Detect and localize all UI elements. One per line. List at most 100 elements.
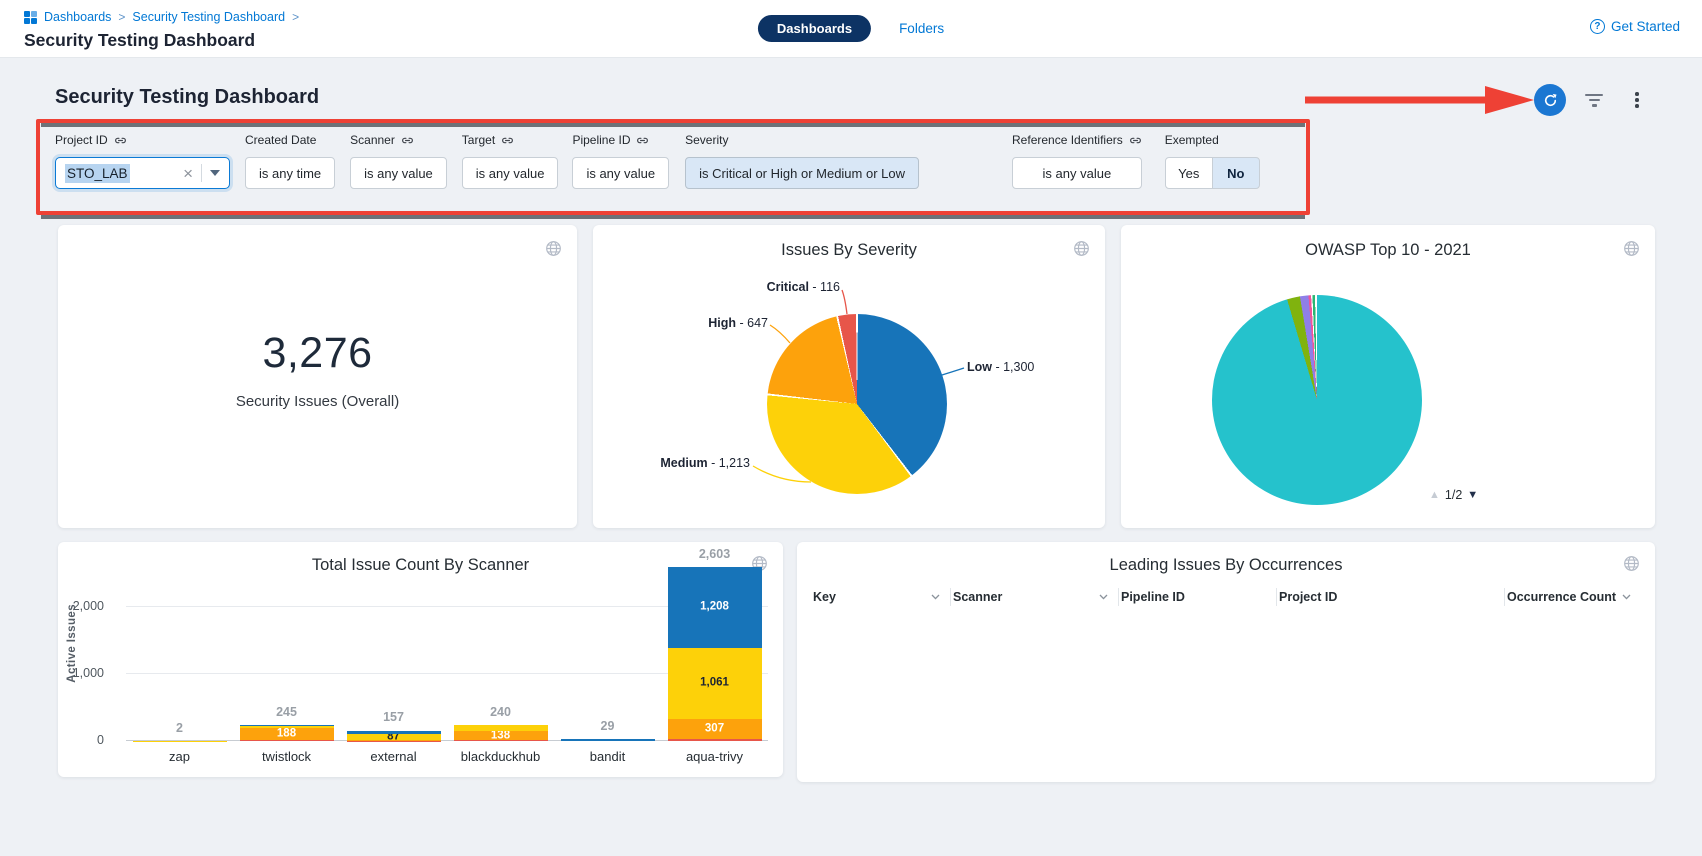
bar-total-value: 29 — [561, 719, 655, 733]
annotation-shadow — [41, 123, 1305, 127]
filter-group-scanner: Scanneris any value — [350, 132, 447, 189]
filter-control-reference-identifiers[interactable]: is any value — [1012, 157, 1142, 189]
bar-segment-high[interactable]: 138 — [454, 731, 548, 740]
filter-control-exempted: YesNo — [1165, 157, 1260, 189]
breadcrumb-current[interactable]: Security Testing Dashboard — [132, 10, 285, 24]
divider — [201, 164, 202, 182]
table-column-key[interactable]: Key — [811, 588, 951, 606]
globe-icon — [1623, 240, 1640, 262]
breadcrumb-separator: > — [118, 10, 125, 24]
table-column-project-id: Project ID — [1277, 588, 1505, 606]
chart-title: OWASP Top 10 - 2021 — [1121, 225, 1655, 260]
pie-label-critical: Critical - 116 — [688, 280, 840, 294]
table-header-row: KeyScannerPipeline IDProject IDOccurrenc… — [811, 588, 1641, 606]
filter-control-created-date[interactable]: is any time — [245, 157, 335, 189]
top-navigation-bar: Dashboards > Security Testing Dashboard … — [0, 0, 1702, 58]
filter-label-exempted: Exempted — [1165, 133, 1219, 147]
filter-group-project-id: Project IDSTO_LAB× — [55, 132, 230, 189]
chevron-down-icon — [1622, 594, 1631, 600]
filter-control-target[interactable]: is any value — [462, 157, 559, 189]
bar-segment-critical[interactable] — [240, 740, 334, 741]
bar-segment-low[interactable]: 1,208 — [668, 567, 762, 648]
bar-segment-value: 188 — [240, 728, 334, 740]
breadcrumb-dashboards[interactable]: Dashboards — [44, 10, 111, 24]
column-label: Key — [813, 590, 836, 604]
stacked-bar-chart: 218824587157138240293071,0611,2082,603 — [126, 567, 768, 741]
bar-segment-high[interactable]: 188 — [240, 728, 334, 741]
chevron-down-icon[interactable] — [210, 170, 220, 176]
filter-label-reference-identifiers: Reference Identifiers — [1012, 133, 1123, 147]
more-vertical-icon — [1635, 92, 1639, 96]
annotation-red-arrow — [1305, 86, 1535, 114]
bar-total-value: 157 — [347, 710, 441, 724]
link-icon[interactable] — [401, 134, 414, 147]
column-label: Occurrence Count — [1507, 590, 1616, 604]
bar-segment-medium[interactable]: 1,061 — [668, 648, 762, 719]
bar-segment-low[interactable] — [347, 731, 441, 735]
get-started-label: Get Started — [1611, 19, 1680, 34]
filter-group-exempted: Exempted YesNo — [1165, 132, 1260, 189]
view-tabs: Dashboards Folders — [758, 15, 944, 42]
bar-segment-low[interactable] — [240, 725, 334, 726]
x-axis-tick-zap: zap — [126, 749, 233, 764]
y-axis-tick: 2,000 — [58, 599, 104, 613]
link-icon[interactable] — [501, 134, 514, 147]
dashboard-filter-button[interactable] — [1584, 92, 1604, 108]
link-icon[interactable] — [636, 134, 649, 147]
pie-label-medium: Medium - 1,213 — [650, 456, 750, 470]
table-column-scanner[interactable]: Scanner — [951, 588, 1119, 606]
filter-control-pipeline-id[interactable]: is any value — [572, 157, 669, 189]
triangle-down-icon[interactable]: ▼ — [1467, 489, 1478, 501]
filter-control-scanner[interactable]: is any value — [350, 157, 447, 189]
card-issues-by-severity: Issues By Severity Critical - 116 High -… — [593, 225, 1105, 528]
filter-group-reference-identifiers: Reference Identifiers is any value — [1012, 132, 1142, 189]
severity-pie-chart[interactable] — [767, 314, 947, 494]
filter-option-yes[interactable]: Yes — [1165, 157, 1213, 189]
card-total-issue-count-by-scanner: Total Issue Count By Scanner Active Issu… — [58, 542, 783, 777]
refresh-icon — [1542, 92, 1559, 109]
x-axis-tick-aqua-trivy: aqua-trivy — [661, 749, 768, 764]
breadcrumb-separator: > — [292, 10, 299, 24]
globe-icon — [1073, 240, 1090, 262]
owasp-pie-chart[interactable] — [1212, 295, 1422, 505]
bar-segment-medium[interactable] — [240, 725, 334, 727]
pie-label-low: Low - 1,300 — [967, 360, 1097, 374]
bar-total-value: 240 — [454, 705, 548, 719]
page-title: Security Testing Dashboard — [24, 30, 255, 51]
filter-group-target: Target is any value — [462, 132, 559, 189]
column-label: Project ID — [1279, 590, 1337, 604]
clear-x-icon[interactable]: × — [183, 165, 193, 182]
table-title: Leading Issues By Occurrences — [797, 542, 1655, 575]
more-options-button[interactable] — [1630, 88, 1644, 112]
tab-folders[interactable]: Folders — [899, 21, 944, 36]
bar-segment-high[interactable]: 307 — [668, 719, 762, 740]
overall-count-value: 3,276 — [262, 329, 372, 378]
chart-title: Issues By Severity — [593, 225, 1105, 260]
question-circle-icon: ? — [1590, 19, 1605, 34]
triangle-up-icon[interactable]: ▲ — [1429, 489, 1440, 501]
bar-segment-medium[interactable]: 87 — [347, 734, 441, 740]
bar-segment-critical[interactable] — [668, 739, 762, 741]
bar-segment-low[interactable] — [561, 739, 655, 741]
link-icon[interactable] — [114, 134, 127, 147]
chevron-down-icon — [931, 594, 940, 600]
filter-group-pipeline-id: Pipeline IDis any value — [572, 132, 669, 189]
x-axis-tick-external: external — [340, 749, 447, 764]
pie-label-high: High - 647 — [633, 316, 768, 330]
annotation-shadow — [41, 215, 1305, 219]
bar-segment-value: 138 — [454, 730, 548, 742]
filter-selected-value: STO_LAB — [65, 164, 130, 183]
filter-label-target: Target — [462, 133, 495, 147]
filter-control-severity[interactable]: is Critical or High or Medium or Low — [685, 157, 919, 189]
link-icon[interactable] — [1129, 134, 1142, 147]
y-axis-tick: 0 — [58, 733, 104, 747]
breadcrumb: Dashboards > Security Testing Dashboard … — [24, 10, 299, 24]
tab-dashboards[interactable]: Dashboards — [758, 15, 871, 42]
filter-option-no[interactable]: No — [1212, 157, 1260, 189]
bar-total-value: 245 — [240, 705, 334, 719]
refresh-button[interactable] — [1534, 84, 1566, 116]
bar-segment-medium[interactable] — [454, 725, 548, 731]
table-column-occurrence-count[interactable]: Occurrence Count — [1505, 588, 1641, 606]
get-started-link[interactable]: ? Get Started — [1590, 19, 1680, 34]
filter-control-project-id[interactable]: STO_LAB × — [55, 157, 230, 189]
